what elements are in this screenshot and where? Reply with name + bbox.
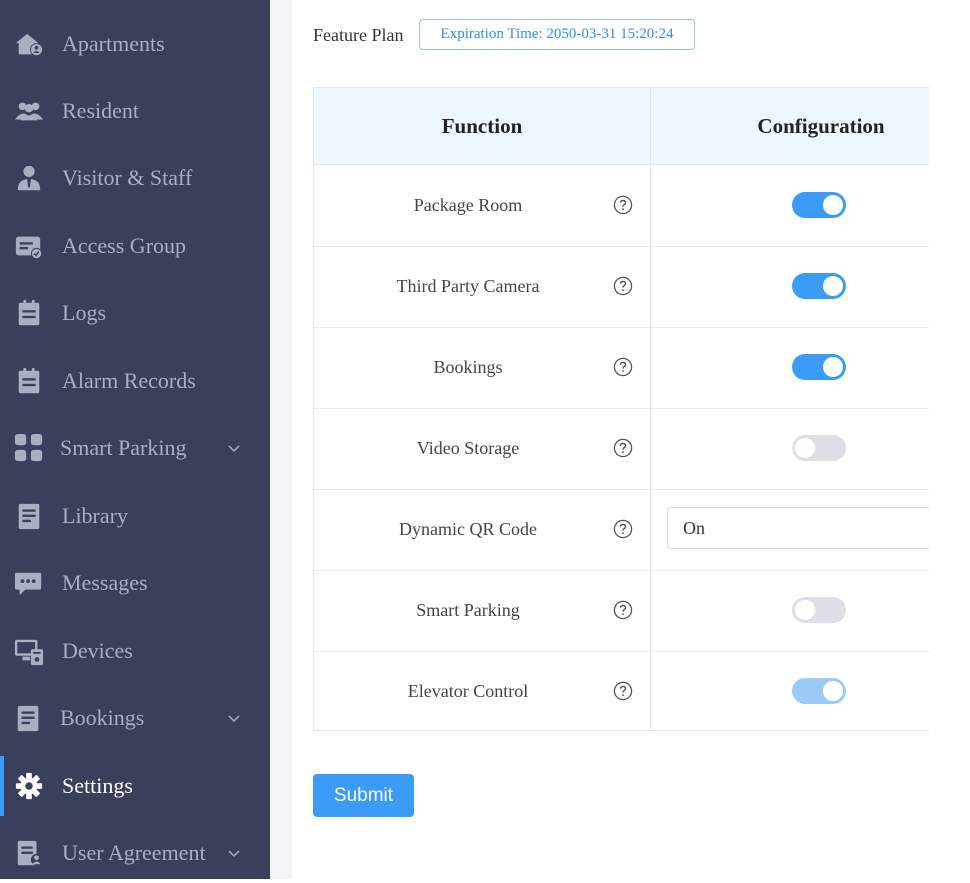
table-row: Bookings: [314, 327, 929, 409]
sidebar-item-smart-parking[interactable]: Smart Parking: [0, 418, 270, 478]
toggle-knob: [823, 195, 843, 215]
sidebar-item-label: Apartments: [62, 31, 165, 56]
toggle-knob: [823, 357, 843, 377]
gear-icon: [13, 770, 45, 802]
table-header: Function Configuration: [314, 88, 929, 165]
function-name: Elevator Control: [407, 680, 529, 701]
help-icon[interactable]: [613, 438, 633, 458]
help-icon[interactable]: [613, 681, 633, 701]
sidebar-item-label: Library: [62, 503, 128, 528]
help-icon[interactable]: [613, 357, 633, 377]
help-icon[interactable]: [613, 600, 633, 620]
column-header-configuration: Configuration: [757, 113, 885, 138]
video-storage-toggle[interactable]: [792, 435, 846, 461]
access-card-icon: [13, 230, 45, 262]
elevator-control-toggle[interactable]: [792, 678, 846, 704]
sidebar-item-label: Visitor & Staff: [62, 165, 193, 190]
function-name: Package Room: [413, 194, 523, 215]
table-row: Package Room: [314, 165, 929, 247]
smart-parking-toggle[interactable]: [792, 597, 846, 623]
sidebar-item-label: Alarm Records: [62, 368, 196, 393]
function-name: Video Storage: [416, 437, 520, 458]
staff-icon: [13, 162, 45, 194]
sidebar-item-settings[interactable]: Settings: [0, 756, 270, 816]
sidebar-item-alarm-records[interactable]: Alarm Records: [0, 351, 270, 411]
feature-plan-label: Feature Plan: [313, 25, 404, 45]
sidebar-item-devices[interactable]: Devices: [0, 621, 270, 681]
table-row: Smart Parking: [314, 570, 929, 652]
sidebar-item-messages[interactable]: Messages: [0, 553, 270, 613]
chat-icon: [13, 567, 45, 599]
grid-icon: [13, 432, 45, 464]
toggle-knob: [795, 438, 815, 458]
agreement-icon: [13, 837, 45, 869]
sidebar-item-label: Bookings: [60, 705, 145, 730]
chevron-down-icon: [228, 715, 240, 723]
sidebar-item-label: Devices: [62, 638, 133, 663]
bookings-toggle[interactable]: [792, 354, 846, 380]
sidebar-item-logs[interactable]: Logs: [0, 283, 270, 343]
toggle-knob: [823, 681, 843, 701]
active-indicator: [0, 756, 4, 816]
sidebar-item-label: User Agreement: [62, 840, 206, 865]
table-row: Third Party Camera: [314, 246, 929, 328]
column-header-function: Function: [441, 113, 523, 138]
sidebar-item-visitor-staff[interactable]: Visitor & Staff: [0, 148, 270, 208]
dynamic-qr-code-select[interactable]: On: [667, 507, 929, 549]
help-icon[interactable]: [613, 276, 633, 296]
list-document-icon: [13, 702, 45, 734]
table-row: Elevator Control: [314, 651, 929, 730]
package-room-toggle[interactable]: [792, 192, 846, 218]
function-name: Bookings: [433, 356, 503, 377]
sidebar-item-label: Access Group: [62, 233, 187, 258]
sidebar-item-bookings[interactable]: Bookings: [0, 688, 270, 748]
help-icon[interactable]: [613, 195, 633, 215]
sidebar-item-label: Settings: [62, 773, 133, 798]
sidebar-item-label: Messages: [62, 570, 148, 595]
chevron-down-icon: [228, 445, 240, 453]
sidebar-item-apartments[interactable]: Apartments: [0, 14, 270, 74]
feature-table: Function Configuration Package Room Thir…: [313, 87, 929, 731]
select-value: On: [683, 517, 705, 538]
clipboard-icon: [13, 365, 45, 397]
clipboard-icon: [13, 297, 45, 329]
content-gutter: [270, 0, 292, 879]
function-name: Smart Parking: [416, 599, 520, 620]
toggle-knob: [823, 276, 843, 296]
sidebar: Apartments Resident Visitor & Staff Acce…: [0, 0, 270, 879]
main-content: Feature Plan Expiration Time: 2050-03-31…: [292, 0, 970, 879]
users-icon: [13, 95, 45, 127]
chevron-down-icon: [228, 850, 240, 858]
sidebar-item-label: Logs: [62, 300, 106, 325]
toggle-knob: [795, 600, 815, 620]
sidebar-item-label: Resident: [62, 98, 139, 123]
sidebar-item-user-agreement[interactable]: User Agreement: [0, 823, 270, 883]
function-name: Third Party Camera: [396, 275, 540, 296]
sidebar-item-resident[interactable]: Resident: [0, 81, 270, 141]
function-name: Dynamic QR Code: [399, 518, 537, 539]
home-user-icon: [13, 28, 45, 60]
table-row: Dynamic QR Code On: [314, 489, 929, 571]
expiration-tag: Expiration Time: 2050-03-31 15:20:24: [419, 19, 695, 50]
document-icon: [13, 500, 45, 532]
sidebar-item-library[interactable]: Library: [0, 486, 270, 546]
sidebar-item-label: Smart Parking: [60, 435, 187, 460]
third-party-camera-toggle[interactable]: [792, 273, 846, 299]
sidebar-item-access-group[interactable]: Access Group: [0, 216, 270, 276]
table-row: Video Storage: [314, 408, 929, 490]
help-icon[interactable]: [613, 519, 633, 539]
submit-button[interactable]: Submit: [313, 774, 414, 817]
devices-icon: [13, 635, 45, 667]
column-divider: [650, 88, 651, 730]
